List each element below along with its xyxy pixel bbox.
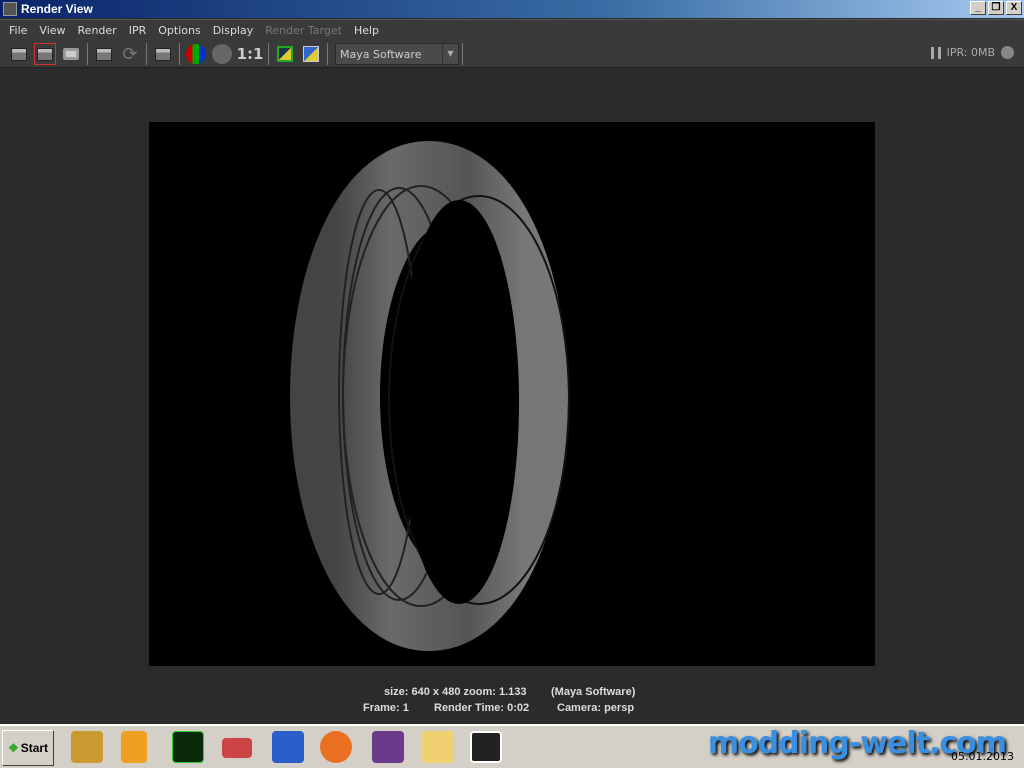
settings-clapboard-icon xyxy=(155,47,171,61)
keep-image-button[interactable] xyxy=(274,43,296,65)
taskbar-app-4-icon[interactable] xyxy=(172,731,204,763)
system-clock-date: 05.01.2013 xyxy=(951,750,1014,763)
title-bar: Render View _ ❐ X xyxy=(0,0,1024,18)
rgb-channels-button[interactable] xyxy=(185,43,207,65)
pause-ipr-button[interactable] xyxy=(930,46,941,59)
rgb-ball-icon xyxy=(186,44,206,64)
render-region-button[interactable] xyxy=(34,43,56,65)
start-button[interactable]: ❖ Start xyxy=(2,730,54,766)
ipr-indicator-icon xyxy=(1001,46,1014,59)
menu-render-target: Render Target xyxy=(265,24,342,37)
divider xyxy=(268,43,269,65)
render-settings-button[interactable] xyxy=(152,43,174,65)
keep-image-icon xyxy=(277,46,293,62)
chevron-down-icon: ▼ xyxy=(442,44,458,64)
remove-image-button[interactable] xyxy=(300,43,322,65)
taskbar-media-player-icon[interactable] xyxy=(121,731,147,763)
taskbar-car-icon[interactable] xyxy=(222,738,252,758)
remove-image-icon xyxy=(303,46,319,62)
restore-button[interactable]: ❐ xyxy=(988,1,1004,15)
camera-icon xyxy=(63,48,79,60)
real-size-button[interactable]: 1:1 xyxy=(237,43,264,65)
menu-view[interactable]: View xyxy=(39,24,65,37)
ipr-clapboard-icon xyxy=(96,47,112,61)
alpha-channel-button[interactable] xyxy=(211,43,233,65)
renderer-select[interactable]: Maya Software ▼ xyxy=(335,43,459,65)
divider xyxy=(327,43,328,65)
taskbar-app-s-icon[interactable] xyxy=(272,731,304,763)
refresh-icon: ⟳ xyxy=(122,43,138,65)
menu-file[interactable]: File xyxy=(9,24,27,37)
renderer-value: Maya Software xyxy=(340,47,422,61)
menu-bar: File View Render IPR Options Display Ren… xyxy=(0,19,1024,41)
taskbar-maya-icon[interactable] xyxy=(470,731,502,763)
windows-logo-icon: ❖ xyxy=(7,741,19,755)
camera-text: Camera: persp xyxy=(557,702,635,714)
alpha-ball-icon xyxy=(212,44,232,64)
taskbar-app-star-icon[interactable] xyxy=(71,731,103,763)
taskbar-explorer-icon[interactable] xyxy=(422,731,454,763)
taskbar-winrar-icon[interactable] xyxy=(372,731,404,763)
menu-render[interactable]: Render xyxy=(78,24,117,37)
close-button[interactable]: X xyxy=(1006,1,1022,15)
divider xyxy=(179,43,180,65)
ipr-render-button[interactable] xyxy=(93,43,115,65)
frame-text: Frame: 1 xyxy=(363,702,409,714)
renderer-text: (Maya Software) xyxy=(551,686,636,698)
maya-app-icon xyxy=(3,2,17,16)
ipr-status: IPR: 0MB xyxy=(930,46,1014,59)
tire-render xyxy=(290,141,570,651)
clapboard-icon xyxy=(11,47,27,61)
start-label: Start xyxy=(20,741,49,755)
redo-render-button[interactable] xyxy=(8,43,30,65)
window-title: Render View xyxy=(21,2,93,16)
render-time-text: Render Time: 0:02 xyxy=(434,702,530,714)
menu-ipr[interactable]: IPR xyxy=(129,24,147,37)
snapshot-button[interactable] xyxy=(60,43,82,65)
render-image xyxy=(149,122,875,666)
ipr-memory: IPR: 0MB xyxy=(946,46,995,59)
divider xyxy=(87,43,88,65)
divider xyxy=(462,43,463,65)
menu-display[interactable]: Display xyxy=(213,24,254,37)
taskbar: ❖ Start modding-welt.com 05.01.2013 xyxy=(0,724,1024,768)
refresh-ipr-button[interactable]: ⟳ xyxy=(119,43,141,65)
divider xyxy=(146,43,147,65)
toolbar: ⟳ 1:1 Maya Software ▼ xyxy=(0,41,1024,68)
minimize-button[interactable]: _ xyxy=(970,1,986,15)
taskbar-firefox-icon[interactable] xyxy=(320,731,352,763)
size-zoom-text: size: 640 x 480 zoom: 1.133 xyxy=(384,686,527,698)
menu-options[interactable]: Options xyxy=(158,24,200,37)
menu-help[interactable]: Help xyxy=(354,24,379,37)
tire-inner xyxy=(399,200,519,604)
clapboard-icon xyxy=(37,47,53,61)
